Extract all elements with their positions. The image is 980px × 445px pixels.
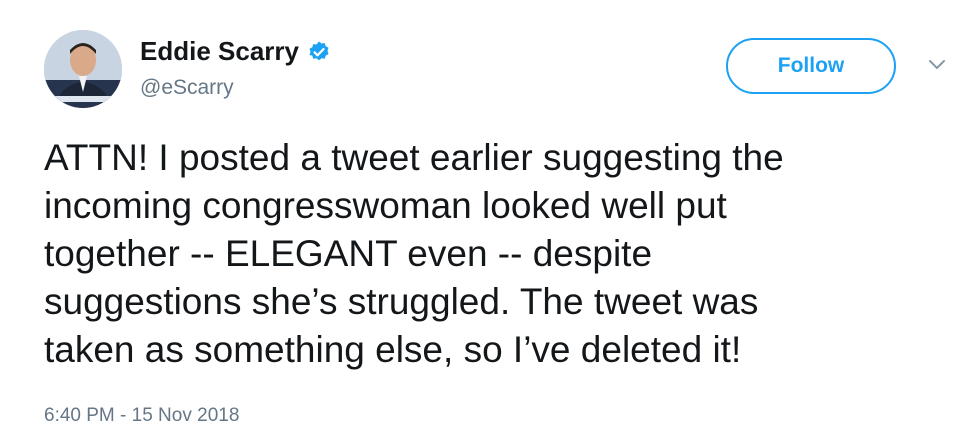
chevron-down-icon[interactable] (928, 58, 946, 76)
user-avatar-image (44, 30, 122, 108)
tweet-timestamp[interactable]: 6:40 PM - 15 Nov 2018 (44, 405, 239, 427)
verified-badge-icon (307, 40, 331, 64)
avatar[interactable] (44, 30, 122, 108)
follow-button[interactable]: Follow (726, 38, 896, 94)
author-name[interactable]: Eddie Scarry (140, 36, 299, 67)
author-name-row[interactable]: Eddie Scarry (140, 36, 331, 67)
author-handle[interactable]: @eScarry (140, 76, 234, 100)
tweet-text: ATTN! I posted a tweet earlier suggestin… (44, 137, 784, 370)
